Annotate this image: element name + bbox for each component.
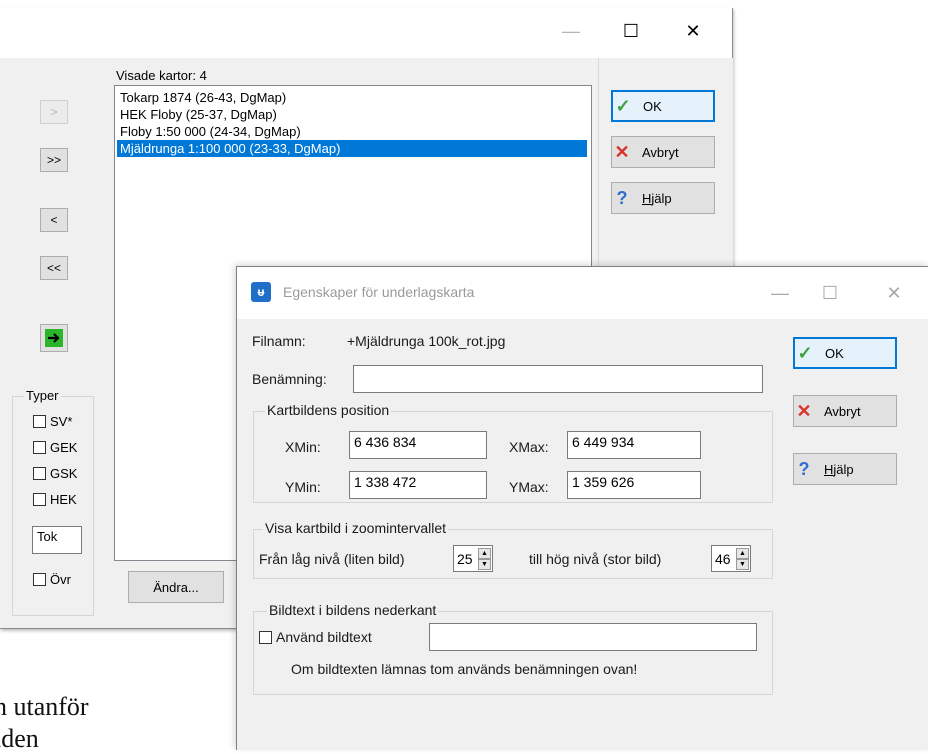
position-legend: Kartbildens position — [265, 402, 392, 418]
close-button[interactable]: ✕ — [871, 267, 917, 319]
close-button[interactable]: ✕ — [670, 8, 716, 54]
zoom-high-stepper[interactable]: 46 ▲ ▼ — [711, 545, 751, 572]
caption-legend: Bildtext i bildens nederkant — [267, 602, 439, 618]
maximize-button[interactable]: ☐ — [807, 267, 853, 319]
type-gsk-checkbox[interactable]: GSK — [33, 466, 77, 481]
minimize-button[interactable]: — — [757, 267, 803, 319]
dialog-title-bar: ᵾ Egenskaper för underlagskarta — ☐ ✕ — [237, 267, 928, 319]
maximize-button[interactable]: ☐ — [608, 8, 654, 54]
ymin-input[interactable]: 1 338 472 — [349, 471, 487, 499]
checkbox-box[interactable] — [33, 441, 46, 454]
checkmark-icon: ✓ — [797, 342, 813, 363]
list-item-selected[interactable]: Mjäldrunga 1:100 000 (23-33, DgMap) — [117, 140, 587, 157]
naming-input[interactable] — [353, 365, 763, 393]
checkmark-icon: ✓ — [615, 95, 631, 116]
cross-icon: ✕ — [614, 141, 630, 162]
move-left-button[interactable]: < — [40, 208, 68, 232]
cancel-button[interactable]: ✕ Avbryt — [611, 136, 715, 168]
move-all-left-button[interactable]: << — [40, 256, 68, 280]
naming-label: Benämning: — [252, 371, 327, 387]
zoom-low-stepper[interactable]: 25 ▲ ▼ — [453, 545, 493, 572]
type-filter-input[interactable]: Tok — [32, 526, 82, 554]
filename-label: Filnamn: — [252, 333, 306, 349]
ymax-input[interactable]: 1 359 626 — [567, 471, 701, 499]
checkbox-box[interactable] — [33, 415, 46, 428]
checkbox-box[interactable] — [259, 630, 272, 644]
types-legend: Typer — [24, 388, 61, 403]
help-button[interactable]: ? Hjälp — [611, 182, 715, 214]
spin-buttons[interactable]: ▲ ▼ — [736, 548, 749, 570]
spin-up-icon[interactable]: ▲ — [736, 548, 749, 559]
zoom-high-label: till hög nivå (stor bild) — [529, 551, 662, 567]
spin-down-icon[interactable]: ▼ — [736, 559, 749, 570]
caption-input[interactable] — [429, 623, 757, 651]
xmin-label: XMin: — [285, 439, 321, 455]
spin-up-icon[interactable]: ▲ — [478, 548, 491, 559]
ymax-label: YMax: — [509, 479, 549, 495]
dialog-cancel-button[interactable]: ✕ Avbryt — [793, 395, 897, 427]
xmin-input[interactable]: 6 436 834 — [349, 431, 487, 459]
left-panel: > >> < << Typer SV* GEK GSK HEK Tok Övr — [0, 58, 100, 628]
dialog-title: Egenskaper för underlagskarta — [283, 284, 475, 300]
move-right-button[interactable]: > — [40, 100, 68, 124]
filename-value: +Mjäldrunga 100k_rot.jpg — [347, 333, 506, 349]
xmax-input[interactable]: 6 449 934 — [567, 431, 701, 459]
minimize-button[interactable]: — — [548, 8, 594, 54]
list-item[interactable]: HEK Floby (25-37, DgMap) — [117, 106, 280, 123]
zoom-legend: Visa kartbild i zoomintervallet — [263, 520, 449, 536]
move-all-right-button[interactable]: >> — [40, 148, 68, 172]
dialog-ok-button[interactable]: ✓ OK — [793, 337, 897, 369]
app-icon: ᵾ — [251, 282, 271, 302]
green-arrow-icon — [45, 329, 63, 347]
title-bar: — ☐ ✕ — [0, 8, 732, 58]
spin-buttons[interactable]: ▲ ▼ — [478, 548, 491, 570]
question-icon: ? — [798, 458, 810, 479]
map-properties-dialog: ᵾ Egenskaper för underlagskarta — ☐ ✕ Fi… — [236, 266, 928, 750]
use-caption-checkbox[interactable]: Använd bildtext — [259, 629, 372, 645]
xmax-label: XMax: — [509, 439, 549, 455]
cross-icon: ✕ — [796, 400, 812, 421]
type-other-checkbox[interactable]: Övr — [33, 572, 71, 587]
checkbox-box[interactable] — [33, 493, 46, 506]
ymin-label: YMin: — [285, 479, 321, 495]
zoom-low-label: Från låg nivå (liten bild) — [259, 551, 405, 567]
type-hek-checkbox[interactable]: HEK — [33, 492, 77, 507]
doc-fragment-iden: iden — [0, 724, 39, 753]
dialog-help-button[interactable]: ? Hjälp — [793, 453, 897, 485]
shown-maps-label: Visade kartor: 4 — [116, 68, 207, 83]
list-item[interactable]: Floby 1:50 000 (24-34, DgMap) — [117, 123, 304, 140]
list-item[interactable]: Tokarp 1874 (26-43, DgMap) — [117, 89, 289, 106]
type-gek-checkbox[interactable]: GEK — [33, 440, 77, 455]
spin-down-icon[interactable]: ▼ — [478, 559, 491, 570]
caption-note: Om bildtexten lämnas tom används benämni… — [291, 661, 638, 677]
go-button[interactable] — [40, 324, 68, 352]
checkbox-box[interactable] — [33, 573, 46, 586]
ok-button[interactable]: ✓ OK — [611, 90, 715, 122]
question-icon: ? — [616, 187, 628, 208]
type-sv-checkbox[interactable]: SV* — [33, 414, 72, 429]
change-button[interactable]: Ändra... — [128, 571, 224, 603]
checkbox-box[interactable] — [33, 467, 46, 480]
doc-fragment-utanfor: n utanför — [0, 692, 89, 721]
